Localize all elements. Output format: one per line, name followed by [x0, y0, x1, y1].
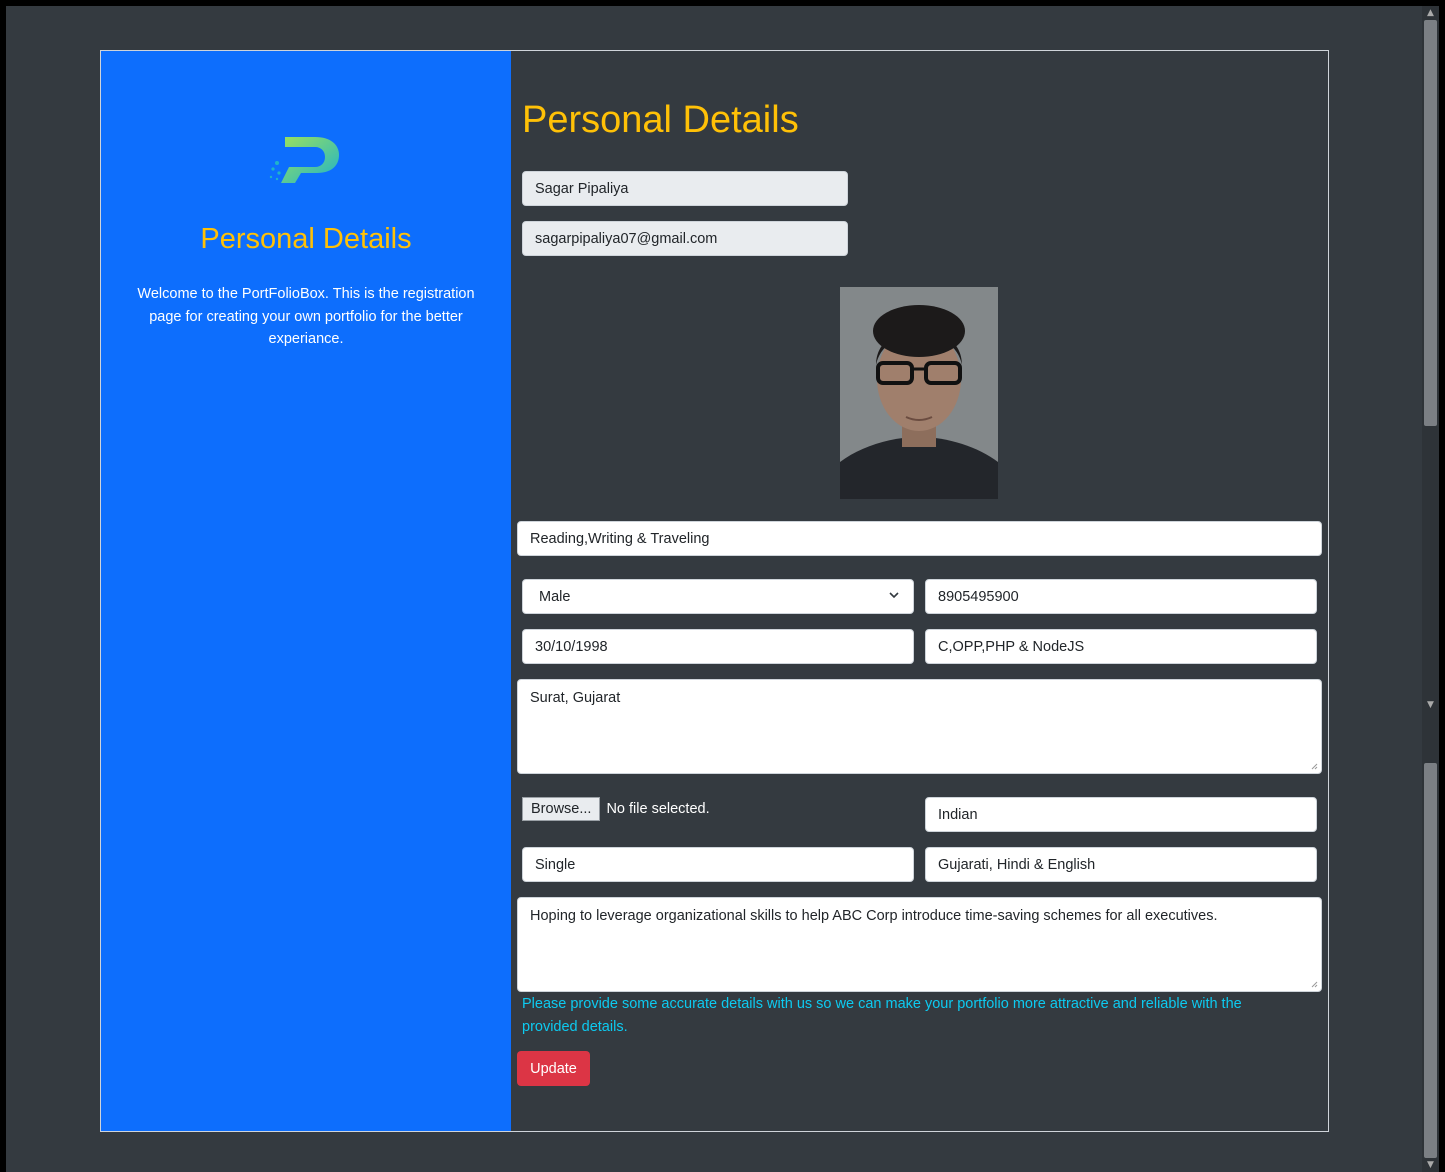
page-title: Personal Details	[522, 99, 799, 141]
page-scrollbar[interactable]: ▲ ▼ ▼	[1422, 6, 1439, 1172]
profile-photo-image	[840, 287, 998, 499]
email-value: sagarpipaliya07@gmail.com	[535, 230, 718, 247]
resize-handle-icon[interactable]	[1310, 980, 1318, 988]
file-upload: Browse... No file selected.	[522, 797, 710, 821]
hobbies-value: Reading,Writing & Traveling	[530, 530, 710, 547]
skills-field[interactable]: C,OPP,PHP & NodeJS	[925, 629, 1317, 664]
sidebar-description: Welcome to the PortFolioBox. This is the…	[137, 286, 475, 347]
scroll-up-icon[interactable]: ▲	[1422, 6, 1439, 20]
scrollbar-thumb-lower[interactable]	[1424, 763, 1437, 1158]
nationality-value: Indian	[938, 806, 978, 823]
objective-value: Hoping to leverage organizational skills…	[530, 908, 1218, 924]
phone-value: 8905495900	[938, 588, 1019, 605]
info-note: Please provide some accurate details wit…	[522, 996, 1242, 1035]
gender-value: Male	[539, 588, 571, 605]
address-value: Surat, Gujarat	[530, 690, 621, 706]
name-field[interactable]: Sagar Pipaliya	[522, 171, 848, 206]
scrollbar-thumb[interactable]	[1424, 20, 1437, 426]
phone-field[interactable]: 8905495900	[925, 579, 1317, 614]
file-status: No file selected.	[606, 801, 710, 817]
nationality-field[interactable]: Indian	[925, 797, 1317, 832]
profile-photo	[840, 287, 998, 499]
email-field[interactable]: sagarpipaliya07@gmail.com	[522, 221, 848, 256]
address-textarea[interactable]: Surat, Gujarat	[517, 679, 1322, 774]
languages-field[interactable]: Gujarati, Hindi & English	[925, 847, 1317, 882]
resize-handle-icon[interactable]	[1310, 762, 1318, 770]
marital-status-value: Single	[535, 856, 576, 873]
scroll-down-bottom-icon[interactable]: ▼	[1422, 1158, 1439, 1172]
name-value: Sagar Pipaliya	[535, 180, 629, 197]
hobbies-field[interactable]: Reading,Writing & Traveling	[517, 521, 1322, 556]
sidebar-heading: Personal Details	[200, 223, 412, 255]
marital-status-field[interactable]: Single	[522, 847, 914, 882]
chevron-down-icon	[889, 592, 899, 599]
gender-select[interactable]: Male	[522, 579, 914, 614]
form-panel: Personal Details Sagar Pipaliya sagarpip…	[511, 51, 1329, 1131]
update-button[interactable]: Update	[517, 1051, 590, 1086]
objective-textarea[interactable]: Hoping to leverage organizational skills…	[517, 897, 1322, 992]
dob-value: 30/10/1998	[535, 638, 608, 655]
dob-field[interactable]: 30/10/1998	[522, 629, 914, 664]
scroll-down-icon[interactable]: ▼	[1422, 698, 1439, 712]
portfoliobox-logo-icon	[269, 137, 339, 183]
languages-value: Gujarati, Hindi & English	[938, 856, 1096, 873]
skills-value: C,OPP,PHP & NodeJS	[938, 638, 1085, 655]
browse-button[interactable]: Browse...	[522, 797, 601, 821]
sidebar-panel: Personal Details Welcome to the PortFoli…	[101, 51, 511, 1131]
registration-card: Personal Details Welcome to the PortFoli…	[100, 50, 1329, 1132]
